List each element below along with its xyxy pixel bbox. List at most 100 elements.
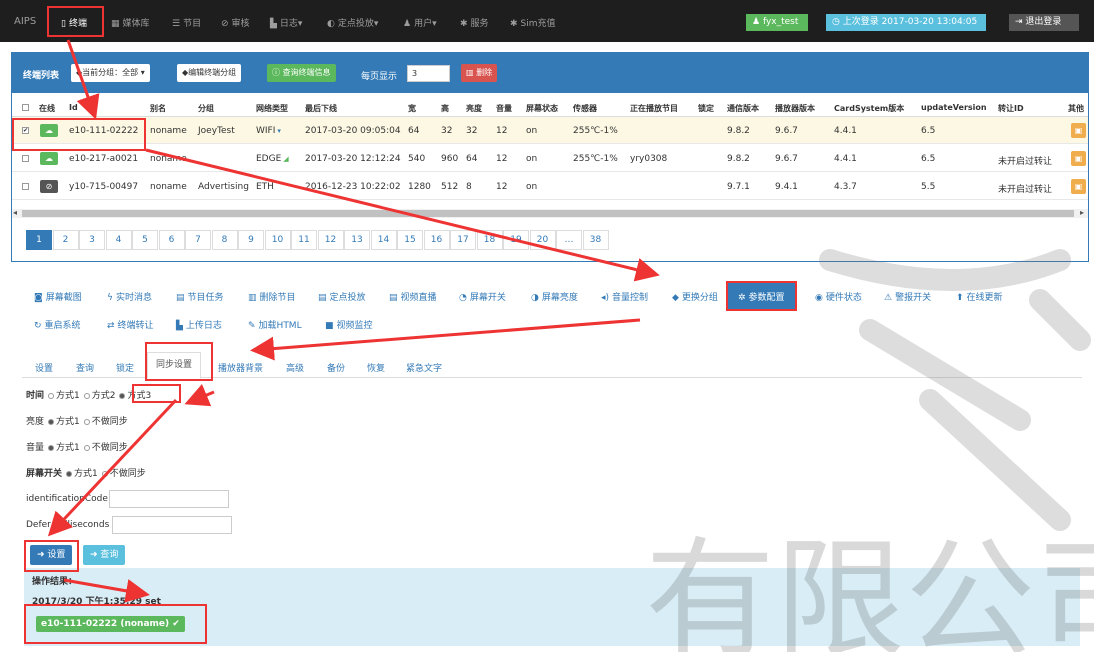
time-option1-radio[interactable] (48, 392, 55, 399)
terminal-id[interactable]: e10-111-02222 (69, 126, 138, 136)
page-button[interactable]: 7 (185, 230, 211, 250)
page-button[interactable]: 16 (423, 230, 450, 250)
nav-targeted-delivery[interactable]: ◐ 定点投放▾ (327, 16, 378, 29)
page-button[interactable]: 20 (529, 230, 556, 250)
media-icon: ▦ (111, 19, 120, 29)
screen-option1-radio[interactable] (66, 470, 73, 477)
targeted-delivery-action[interactable]: ▤ 定点投放 (318, 290, 366, 303)
brightness-option1-radio[interactable] (48, 418, 55, 425)
table-row[interactable]: ✔ ☁ e10-111-02222 noname JoeyTest WIFI ▾ … (12, 117, 1088, 144)
nav-sim-recharge[interactable]: ✱ Sim充值 (510, 16, 556, 29)
page-button[interactable]: 2 (52, 230, 79, 250)
hardware-status-action[interactable]: ◉ 硬件状态 (815, 290, 862, 303)
logout-button[interactable]: ⇥ 退出登录 (1009, 14, 1079, 31)
screen-brightness-action[interactable]: ◑ 屏幕亮度 (531, 290, 578, 303)
row-checkbox[interactable] (22, 155, 29, 162)
select-all-checkbox[interactable] (22, 104, 29, 111)
page-button[interactable]: 14 (370, 230, 397, 250)
page-button[interactable]: 10 (264, 230, 291, 250)
tab-player-background[interactable]: 播放器背景 (218, 361, 263, 374)
group-filter-dropdown[interactable]: ◆当前分组：全部 ▾ (71, 64, 150, 82)
tab-lock[interactable]: 锁定 (116, 361, 134, 374)
scroll-left-icon[interactable]: ◂ (13, 208, 17, 217)
terminal-playing: yry0308 (630, 154, 668, 164)
scroll-right-icon[interactable]: ▸ (1080, 208, 1084, 217)
page-button[interactable]: 12 (317, 230, 344, 250)
page-button[interactable]: 6 (158, 230, 185, 250)
nav-log[interactable]: ▙ 日志▾ (270, 16, 302, 29)
table-row[interactable]: ⊘ y10-715-00497 noname Advertising ETH 2… (12, 173, 1088, 200)
defer-milliseconds-input[interactable] (112, 516, 232, 534)
page-button[interactable]: 4 (105, 230, 132, 250)
volume-control-action[interactable]: ◂) 音量控制 (601, 290, 648, 303)
load-html-action[interactable]: ✎ 加载HTML (248, 318, 302, 331)
tab-backup[interactable]: 备份 (327, 361, 345, 374)
volume-option1-radio[interactable] (48, 444, 55, 451)
page-button[interactable]: 8 (211, 230, 238, 250)
tab-sync-settings[interactable]: 同步设置 (147, 352, 202, 379)
tab-advanced[interactable]: 高级 (286, 361, 304, 374)
current-user-badge[interactable]: ♟ fyx_test (746, 14, 808, 31)
terminal-id[interactable]: y10-715-00497 (69, 182, 138, 192)
nav-user[interactable]: ♟ 用户▾ (403, 16, 437, 29)
terminal-transfer-action[interactable]: ⇄ 终端转让 (107, 318, 154, 331)
row-checkbox[interactable] (22, 183, 29, 190)
tab-emergency-text[interactable]: 紧急文字 (406, 361, 442, 374)
terminal-id[interactable]: e10-217-a0021 (69, 154, 138, 164)
brightness-nosync-radio[interactable] (83, 418, 90, 425)
page-button[interactable]: 9 (238, 230, 264, 250)
tab-settings[interactable]: 设置 (35, 361, 53, 374)
page-button[interactable]: 3 (79, 230, 105, 250)
edit-icon[interactable]: ▣ (1071, 123, 1086, 138)
identification-code-input[interactable] (109, 490, 229, 508)
screenshot-action[interactable]: ◙ 屏幕截图 (34, 290, 82, 303)
delete-terminal-button[interactable]: ▥ 删除 (461, 64, 498, 82)
table-row[interactable]: ☁ e10-217-a0021 noname EDGE ◢ 2017-03-20 … (12, 145, 1088, 172)
tab-restore[interactable]: 恢复 (367, 361, 385, 374)
page-button[interactable]: 17 (450, 230, 476, 250)
screen-switch-action[interactable]: ◔ 屏幕开关 (459, 290, 506, 303)
time-option3-radio[interactable] (119, 392, 126, 399)
program-task-action[interactable]: ▤ 节目任务 (176, 290, 224, 303)
time-option2-radio[interactable] (83, 392, 90, 399)
query-terminal-info-button[interactable]: ⓘ 查询终端信息 (267, 64, 336, 82)
nav-terminal[interactable]: ▯ 终端 (61, 16, 87, 29)
realtime-message-action[interactable]: ϟ 实时消息 (107, 290, 152, 303)
page-button[interactable]: 18 (476, 230, 503, 250)
page-button[interactable]: 13 (344, 230, 370, 250)
edit-icon[interactable]: ▣ (1071, 151, 1086, 166)
nav-media-library[interactable]: ▦ 媒体库 (111, 16, 150, 29)
page-button[interactable]: 1 (26, 230, 52, 250)
nav-service[interactable]: ✱ 服务 (460, 16, 489, 29)
parameter-config-action[interactable]: ✲ 参数配置 (726, 281, 797, 311)
reboot-system-action[interactable]: ↻ 重启系统 (34, 318, 81, 331)
set-button[interactable]: ➜ 设置 (30, 545, 73, 565)
tab-query[interactable]: 查询 (76, 361, 94, 374)
per-page-input[interactable]: 3 (407, 65, 450, 82)
scrollbar-thumb[interactable] (22, 210, 1074, 217)
live-video-action[interactable]: ▤ 视频直播 (389, 290, 437, 303)
page-button[interactable]: 19 (503, 230, 529, 250)
page-button[interactable]: 38 (582, 230, 609, 250)
alarm-switch-action[interactable]: ⚠ 警报开关 (884, 290, 931, 303)
volume-nosync-radio[interactable] (83, 444, 90, 451)
page-button[interactable]: 5 (132, 230, 158, 250)
edit-terminal-group-button[interactable]: ◆编辑终端分组 (177, 64, 242, 82)
query-button[interactable]: ➜ 查询 (83, 545, 126, 565)
terminal-screen-status: on (526, 126, 538, 136)
row-checkbox[interactable]: ✔ (22, 127, 29, 134)
brand-logo[interactable]: AIPS (14, 16, 36, 27)
page-button[interactable]: … (556, 230, 582, 250)
horizontal-scrollbar[interactable]: ◂ ▸ (12, 208, 1088, 218)
edit-icon[interactable]: ▣ (1071, 179, 1086, 194)
online-update-action[interactable]: ⬆ 在线更新 (956, 290, 1003, 303)
video-monitor-action[interactable]: ■ 视频监控 (325, 318, 373, 331)
nav-program[interactable]: ☰ 节目 (172, 16, 201, 29)
nav-review[interactable]: ⊘ 审核 (221, 16, 250, 29)
delete-program-action[interactable]: ▥ 删除节目 (248, 290, 296, 303)
upload-log-action[interactable]: ▙ 上传日志 (176, 318, 222, 331)
screen-nosync-radio[interactable] (101, 470, 108, 477)
change-group-action[interactable]: ◆ 更换分组 (672, 290, 718, 303)
page-button[interactable]: 11 (291, 230, 317, 250)
page-button[interactable]: 15 (397, 230, 423, 250)
